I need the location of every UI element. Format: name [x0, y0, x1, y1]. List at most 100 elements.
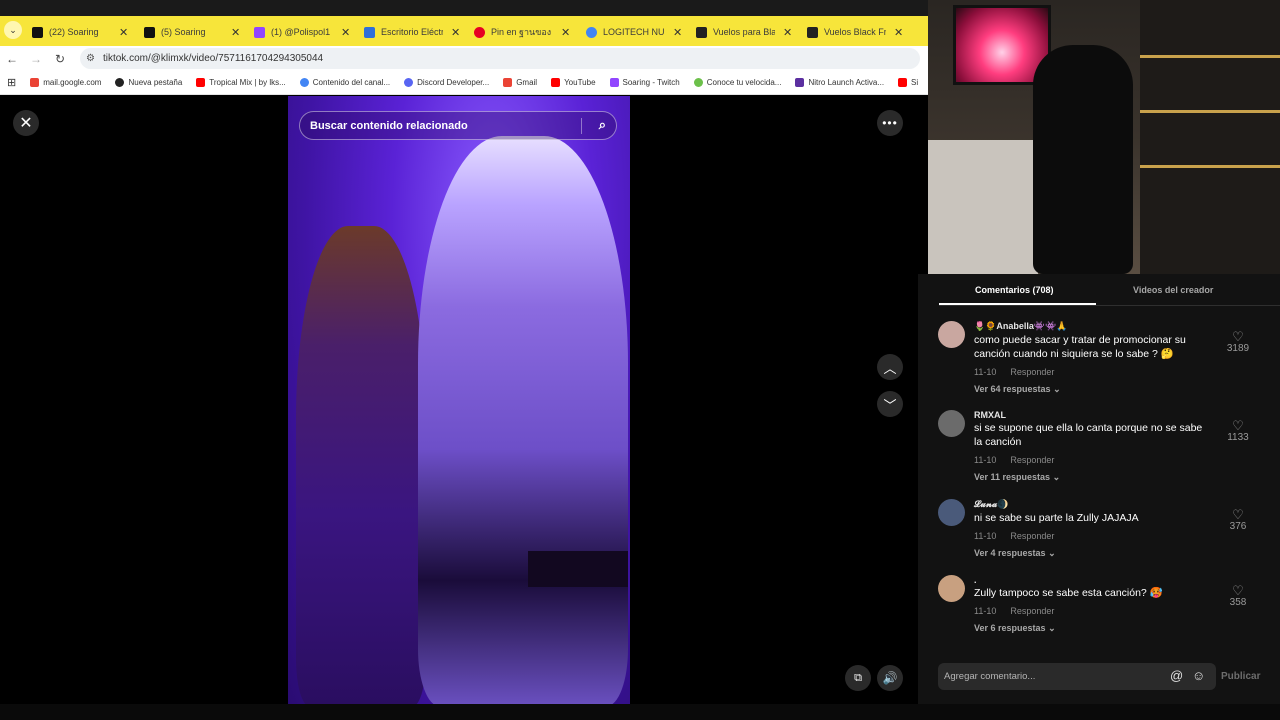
post-button[interactable]: Publicar	[1221, 671, 1260, 682]
avatar[interactable]	[938, 410, 965, 437]
bookmark-item[interactable]: mail.google.com	[23, 78, 108, 87]
webcam-overlay	[928, 0, 1280, 274]
volume-icon[interactable]: 🔊	[877, 665, 903, 691]
view-replies-button[interactable]: Ver 11 respuestas ⌄	[974, 472, 1209, 483]
bookmark-item[interactable]: YouTube	[544, 78, 602, 87]
like-button[interactable]: ♡ 376	[1218, 508, 1258, 532]
avatar[interactable]	[938, 321, 965, 348]
tab-label: (5) Soaring	[161, 27, 206, 37]
browser-tab[interactable]: (22) Soaring ✕	[24, 20, 136, 44]
comment-username[interactable]: 🌷🌻Anabella👾👾🙏	[974, 321, 1209, 332]
tab-creator-videos[interactable]: Videos del creador	[1133, 285, 1213, 295]
close-icon[interactable]: ✕	[673, 26, 682, 39]
emoji-icon[interactable]: ☺	[1192, 668, 1205, 683]
url-field[interactable]: ⚙ tiktok.com/@klimxk/video/7571161704294…	[80, 48, 920, 69]
search-icon[interactable]: ⌕	[599, 117, 606, 133]
reply-button[interactable]: Responder	[1010, 367, 1054, 377]
discord-icon	[404, 78, 414, 87]
bookmark-label: Conoce tu velocida...	[706, 78, 782, 87]
browser-tab[interactable]: (1) @Polispol1 Gr ✕	[246, 20, 358, 44]
add-comment-input[interactable]: Agregar comentario... @ ☺	[938, 663, 1216, 690]
bookmark-item[interactable]: Contenido del canal...	[293, 78, 397, 87]
view-replies-label: Ver 6 respuestas	[974, 623, 1046, 633]
back-arrow-icon[interactable]: ←	[0, 52, 24, 66]
more-options-icon[interactable]: •••	[877, 110, 903, 136]
address-bar: ← → ↻ ⚙ tiktok.com/@klimxk/video/7571161…	[0, 46, 928, 71]
tab-label: Pin en ฐานของ	[491, 27, 552, 37]
comment-username[interactable]: RMXAL	[974, 410, 1209, 420]
close-icon[interactable]: ✕	[341, 26, 350, 39]
browser-tab[interactable]: Vuelos para Black ✕	[688, 20, 800, 44]
close-icon[interactable]: ✕	[231, 26, 240, 39]
browser-tab[interactable]: LOGITECH NUBE ✕	[578, 20, 690, 44]
tab-comments[interactable]: Comentarios (708)	[975, 285, 1054, 295]
add-comment-placeholder: Agregar comentario...	[944, 671, 1036, 682]
like-button[interactable]: ♡ 3189	[1218, 330, 1258, 354]
reply-button[interactable]: Responder	[1010, 606, 1054, 616]
bookmark-label: Contenido del canal...	[312, 78, 391, 87]
tab-label: LOGITECH NUBE	[603, 27, 665, 37]
chevron-up-icon[interactable]: ︿	[877, 354, 903, 380]
forward-arrow-icon[interactable]: →	[24, 52, 48, 66]
bookmark-label: Nitro Launch Activa...	[808, 78, 885, 87]
close-icon[interactable]: ✕	[561, 26, 570, 39]
avatar[interactable]	[938, 499, 965, 526]
reply-button[interactable]: Responder	[1010, 531, 1054, 541]
like-count: 358	[1229, 597, 1247, 608]
video-player[interactable]	[288, 96, 630, 704]
video-belt	[528, 551, 628, 587]
heart-icon: ♡	[1232, 329, 1244, 344]
gmail-icon	[503, 78, 513, 87]
browser-tab[interactable]: Pin en ฐานของ ✕	[466, 20, 578, 44]
bookmark-item[interactable]: Discord Developer...	[397, 78, 496, 87]
browser-tab[interactable]: Vuelos Black Frida ✕	[799, 20, 911, 44]
bookmark-label: Nueva pestaña	[128, 78, 183, 87]
tab-label: (1) @Polispol1 Gr	[271, 27, 333, 37]
view-replies-button[interactable]: Ver 64 respuestas ⌄	[974, 384, 1209, 395]
view-replies-label: Ver 64 respuestas	[974, 384, 1051, 394]
tab-label: Vuelos Black Frida	[824, 27, 886, 37]
chevron-down-icon[interactable]: ﹀	[877, 391, 903, 417]
twitch-icon	[254, 26, 265, 38]
reload-icon[interactable]: ↻	[48, 52, 72, 66]
apps-grid-icon[interactable]: ⊞	[0, 76, 23, 89]
browser-tab[interactable]: (5) Soaring ✕	[136, 20, 248, 44]
speed-test-icon	[693, 78, 703, 87]
reply-button[interactable]: Responder	[1010, 455, 1054, 465]
comment-username[interactable]: .	[974, 575, 1209, 585]
comment-date: 11-10	[974, 455, 997, 465]
mention-icon[interactable]: @	[1170, 668, 1183, 683]
tab-search-button[interactable]: ⌄	[4, 21, 22, 39]
avatar[interactable]	[938, 575, 965, 602]
shelf-light	[1140, 55, 1280, 58]
close-icon[interactable]: ✕	[451, 26, 460, 39]
bookmark-item[interactable]: Soaring - Twitch	[603, 78, 687, 87]
bookmark-item[interactable]: Conoce tu velocida...	[687, 78, 789, 87]
like-button[interactable]: ♡ 358	[1218, 584, 1258, 608]
like-button[interactable]: ♡ 1133	[1218, 419, 1258, 443]
bookmark-item[interactable]: Gmail	[496, 78, 544, 87]
bookmark-item[interactable]: Nitro Launch Activa...	[788, 78, 891, 87]
bookmark-item[interactable]: Si	[891, 78, 925, 87]
bookmark-label: YouTube	[564, 78, 596, 87]
site-info-icon[interactable]: ⚙	[86, 53, 95, 64]
comment-text: si se supone que ella lo canta porque no…	[974, 422, 1203, 448]
comment-username[interactable]: 𝓛𝓾𝓷𝓪🌒	[974, 499, 1209, 510]
bookmark-item[interactable]: Tropical Mix | by lks...	[189, 78, 292, 87]
video-viewer: ✕ Buscar contenido relacionado ⌕ ••• ︿ ﹀…	[0, 96, 918, 704]
webcam-shelf	[1140, 0, 1280, 274]
gmail-icon	[30, 78, 40, 87]
view-replies-button[interactable]: Ver 4 respuestas ⌄	[974, 548, 1209, 559]
close-icon[interactable]: ✕	[119, 26, 128, 39]
globe-icon	[115, 78, 125, 87]
close-icon[interactable]: ✕	[13, 110, 39, 136]
view-replies-button[interactable]: Ver 6 respuestas ⌄	[974, 623, 1209, 634]
google-icon	[586, 26, 597, 38]
video-figure-right	[418, 136, 628, 704]
close-icon[interactable]: ✕	[783, 26, 792, 39]
browser-tab[interactable]: Escritorio Eléctric ✕	[356, 20, 468, 44]
close-icon[interactable]: ✕	[894, 26, 903, 39]
floating-player-icon[interactable]: ⧉	[845, 665, 871, 691]
related-search-input[interactable]: Buscar contenido relacionado ⌕	[299, 111, 617, 140]
bookmark-item[interactable]: Nueva pestaña	[108, 78, 189, 87]
